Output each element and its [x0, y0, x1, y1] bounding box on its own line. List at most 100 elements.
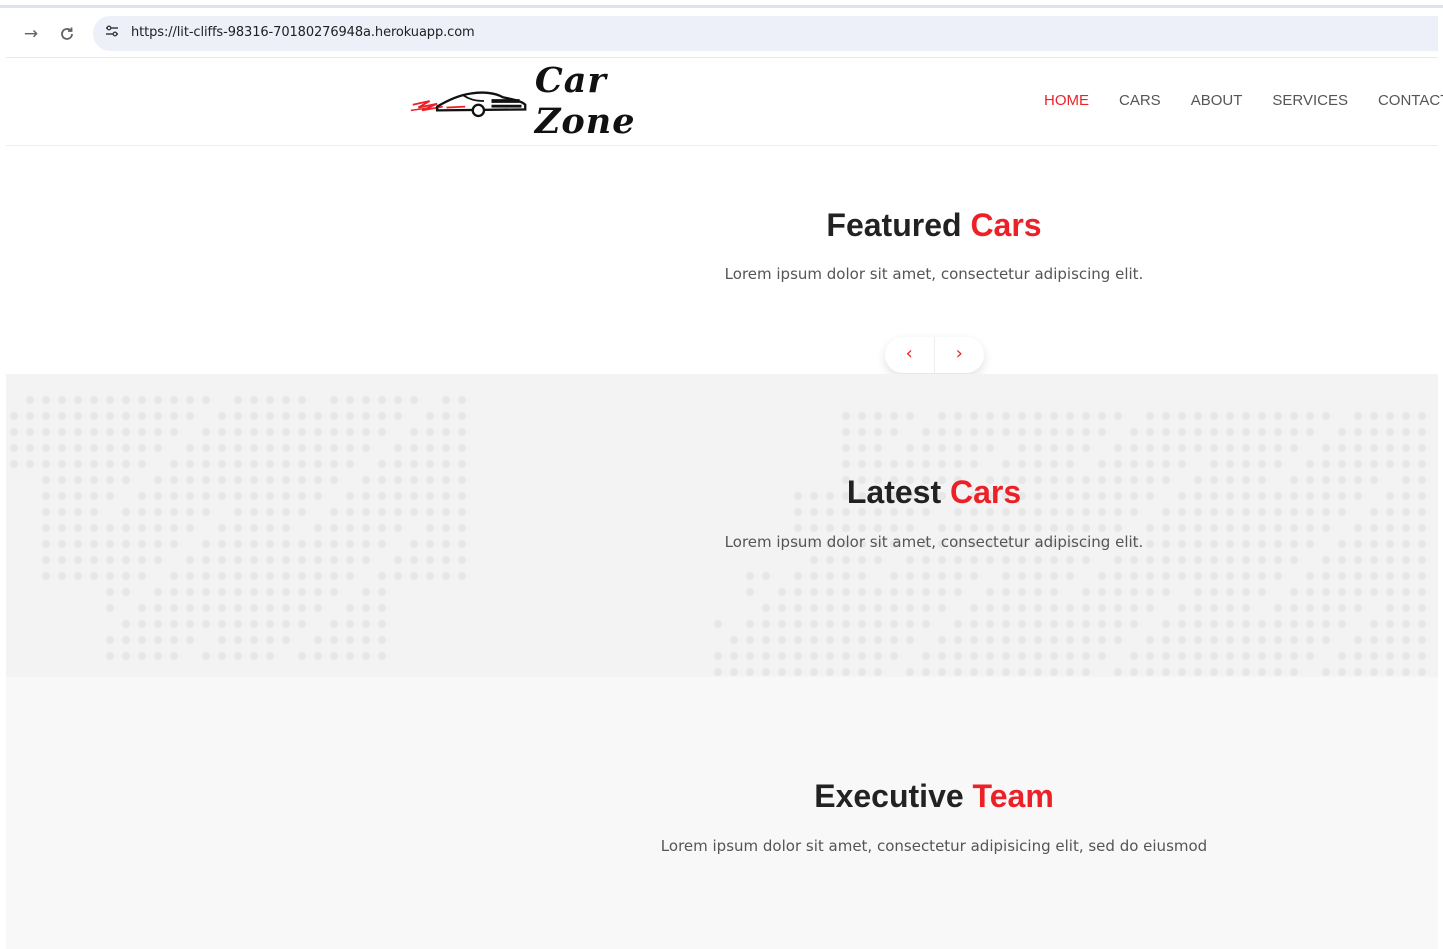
map-dot — [857, 459, 867, 469]
map-dot — [1337, 667, 1347, 677]
map-dot — [409, 395, 419, 405]
url-text[interactable]: https://lit-cliffs-98316-70180276948a.he… — [131, 25, 475, 40]
map-dot — [1417, 603, 1427, 613]
map-dot — [153, 603, 163, 613]
reload-icon[interactable] — [55, 22, 79, 46]
map-dot — [313, 459, 323, 469]
map-dot — [1225, 603, 1235, 613]
map-dot — [1321, 667, 1331, 677]
map-dot — [217, 603, 227, 613]
map-dot — [1385, 619, 1395, 629]
forward-arrow-icon[interactable]: → — [19, 22, 43, 46]
map-dot — [1353, 603, 1363, 613]
map-dot — [1081, 555, 1091, 565]
nav-cars[interactable]: CARS — [1119, 92, 1161, 109]
map-dot — [57, 443, 67, 453]
map-dot — [345, 427, 355, 437]
map-dot — [1113, 619, 1123, 629]
map-dot — [1353, 459, 1363, 469]
map-dot — [265, 635, 275, 645]
map-dot — [953, 427, 963, 437]
map-dot — [169, 523, 179, 533]
map-dot — [265, 443, 275, 453]
map-dot — [1385, 603, 1395, 613]
nav-contact[interactable]: CONTACT — [1378, 92, 1443, 109]
site-info-icon[interactable] — [103, 24, 121, 42]
map-dot — [953, 667, 963, 677]
map-dot — [793, 619, 803, 629]
map-dot — [1081, 667, 1091, 677]
map-dot — [1417, 619, 1427, 629]
map-dot — [745, 619, 755, 629]
map-dot — [137, 523, 147, 533]
map-dot — [761, 667, 771, 677]
nav-about[interactable]: ABOUT — [1191, 92, 1243, 109]
map-dot — [905, 603, 915, 613]
map-dot — [857, 571, 867, 581]
map-dot — [1369, 411, 1379, 421]
car-zone-logo[interactable]: Car Zone — [409, 60, 709, 142]
map-dot — [1417, 443, 1427, 453]
map-dot — [1241, 619, 1251, 629]
map-dot — [1129, 619, 1139, 629]
carousel-next-button[interactable]: › — [935, 337, 985, 373]
map-dot — [1033, 459, 1043, 469]
map-dot — [201, 619, 211, 629]
map-dot — [153, 635, 163, 645]
map-dot — [1017, 651, 1027, 661]
map-dot — [1305, 619, 1315, 629]
nav-services[interactable]: SERVICES — [1272, 92, 1348, 109]
map-dot — [1289, 427, 1299, 437]
map-dot — [1417, 523, 1427, 533]
map-dot — [169, 411, 179, 421]
map-dot — [1337, 571, 1347, 581]
map-dot — [217, 571, 227, 581]
featured-title-accent: Cars — [970, 207, 1042, 243]
carousel-prev-button[interactable]: ‹ — [885, 337, 935, 373]
chevron-right-icon: › — [955, 343, 963, 364]
map-dot — [217, 523, 227, 533]
map-dot — [985, 667, 995, 677]
map-dot — [425, 571, 435, 581]
nav-home[interactable]: HOME — [1044, 92, 1089, 109]
map-dot — [361, 443, 371, 453]
map-dot — [265, 427, 275, 437]
map-dot — [1401, 443, 1411, 453]
map-dot — [1017, 587, 1027, 597]
map-dot — [1081, 411, 1091, 421]
map-dot — [169, 619, 179, 629]
map-dot — [1225, 459, 1235, 469]
map-dot — [809, 555, 819, 565]
map-dot — [1369, 587, 1379, 597]
map-dot — [825, 523, 835, 533]
map-dot — [313, 523, 323, 533]
map-dot — [1017, 603, 1027, 613]
executive-title-accent: Team — [972, 778, 1054, 814]
map-dot — [361, 427, 371, 437]
map-dot — [1321, 587, 1331, 597]
map-dot — [73, 443, 83, 453]
map-dot — [1401, 587, 1411, 597]
map-dot — [233, 395, 243, 405]
map-dot — [185, 571, 195, 581]
map-dot — [969, 635, 979, 645]
map-dot — [105, 443, 115, 453]
executive-title: Executive Team — [6, 778, 1438, 815]
map-dot — [985, 635, 995, 645]
map-dot — [1305, 651, 1315, 661]
map-dot — [713, 619, 723, 629]
map-dot — [825, 651, 835, 661]
map-dot — [1001, 427, 1011, 437]
map-dot — [441, 411, 451, 421]
map-dot — [265, 651, 275, 661]
map-dot — [345, 395, 355, 405]
map-dot — [1113, 667, 1123, 677]
map-dot — [425, 459, 435, 469]
map-dot — [1401, 411, 1411, 421]
map-dot — [105, 587, 115, 597]
address-bar[interactable]: https://lit-cliffs-98316-70180276948a.he… — [93, 16, 1438, 51]
map-dot — [1417, 411, 1427, 421]
map-dot — [857, 619, 867, 629]
map-dot — [137, 459, 147, 469]
map-dot — [809, 635, 819, 645]
